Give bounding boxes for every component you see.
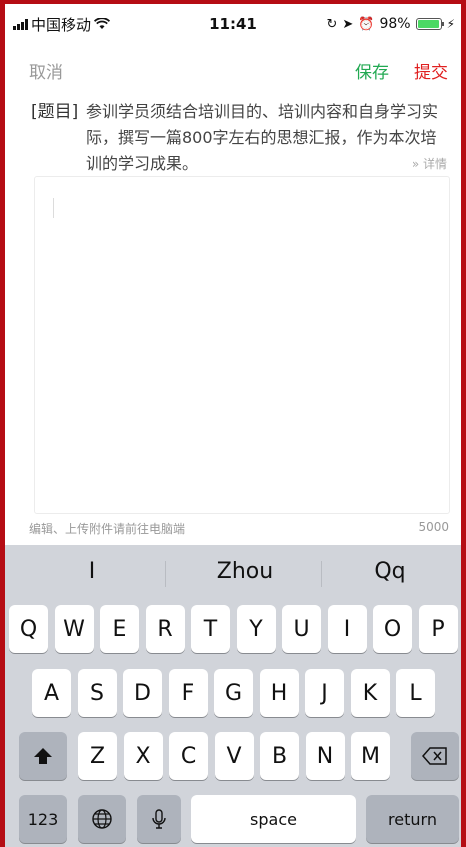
battery-percent: 98% <box>379 16 411 32</box>
topic-text: 参训学员须结合培训目的、培训内容和自身学习实际，撰写一篇800字左右的思想汇报，… <box>86 102 439 173</box>
status-bar: 中国移动 11:41 ↻ ➤ ⏰ 98% ⚡ <box>5 4 461 44</box>
key-d[interactable]: D <box>123 669 162 717</box>
topic-tag: [题目] <box>31 102 79 122</box>
globe-key[interactable] <box>78 795 126 843</box>
key-o[interactable]: O <box>373 605 412 653</box>
keyboard: I Zhou Qq QWERTYUIOP ASDFGHJKL ZXCVBNM 1… <box>5 545 461 847</box>
microphone-icon <box>152 809 166 829</box>
details-link[interactable]: » 详情 <box>412 151 447 177</box>
backspace-icon <box>422 747 447 765</box>
return-key[interactable]: return <box>366 795 459 843</box>
battery-icon <box>415 18 444 30</box>
battery-fill <box>417 20 440 28</box>
key-f[interactable]: F <box>168 669 208 717</box>
key-q[interactable]: Q <box>9 605 48 653</box>
globe-icon <box>92 809 112 829</box>
location-icon: ➤ <box>342 16 354 32</box>
key-u[interactable]: U <box>282 605 321 653</box>
key-h[interactable]: H <box>259 669 299 717</box>
numbers-key[interactable]: 123 <box>19 795 67 843</box>
key-i[interactable]: I <box>327 605 367 653</box>
key-v[interactable]: V <box>214 732 254 780</box>
space-key-label: space <box>250 809 297 829</box>
text-caret <box>53 198 54 218</box>
key-e[interactable]: E <box>100 605 139 653</box>
numbers-key-label: 123 <box>27 809 59 829</box>
key-r[interactable]: R <box>145 605 185 653</box>
delete-key[interactable] <box>411 732 459 780</box>
key-t[interactable]: T <box>191 605 230 653</box>
key-n[interactable]: N <box>305 732 345 780</box>
key-a[interactable]: A <box>32 669 71 717</box>
nav-bar: 取消 保存 提交 <box>5 44 461 92</box>
key-z[interactable]: Z <box>78 732 117 780</box>
key-k[interactable]: K <box>350 669 390 717</box>
topic-section: [题目] 参训学员须结合培训目的、培训内容和自身学习实际，撰写一篇800字左右的… <box>31 99 451 177</box>
space-key[interactable]: space <box>191 795 356 843</box>
char-limit: 5000 <box>418 520 449 534</box>
key-j[interactable]: J <box>305 669 344 717</box>
orientation-lock-icon: ↻ <box>326 16 338 32</box>
key-y[interactable]: Y <box>236 605 276 653</box>
app-frame: 中国移动 11:41 ↻ ➤ ⏰ 98% ⚡ 取消 保存 提交 [题目] 参训学… <box>0 0 466 847</box>
editor-hint: 编辑、上传附件请前往电脑端 <box>29 522 186 536</box>
dictation-key[interactable] <box>137 795 181 843</box>
cancel-button[interactable]: 取消 <box>29 58 63 83</box>
key-c[interactable]: C <box>169 732 208 780</box>
key-x[interactable]: X <box>123 732 163 780</box>
key-w[interactable]: W <box>54 605 94 653</box>
suggestion-2[interactable]: Zhou <box>170 559 320 584</box>
suggestion-bar: I Zhou Qq <box>5 545 461 602</box>
save-button[interactable]: 保存 <box>355 58 389 83</box>
key-m[interactable]: M <box>351 732 390 780</box>
key-g[interactable]: G <box>214 669 253 717</box>
key-s[interactable]: S <box>77 669 117 717</box>
shift-icon <box>34 748 52 764</box>
suggestion-3[interactable]: Qq <box>315 559 461 584</box>
status-right: ↻ ➤ ⏰ 98% ⚡ <box>326 16 455 32</box>
editor-hint-row: 编辑、上传附件请前往电脑端 5000 <box>29 520 449 537</box>
submit-button[interactable]: 提交 <box>414 58 448 83</box>
charging-icon: ⚡ <box>446 17 455 31</box>
suggestion-1[interactable]: I <box>17 559 167 584</box>
key-b[interactable]: B <box>260 732 299 780</box>
key-p[interactable]: P <box>418 605 458 653</box>
shift-key[interactable] <box>19 732 67 780</box>
alarm-icon: ⏰ <box>358 16 375 32</box>
return-key-label: return <box>388 809 437 829</box>
key-l[interactable]: L <box>396 669 435 717</box>
suggestion-divider <box>165 561 166 587</box>
answer-editor[interactable] <box>34 176 450 514</box>
